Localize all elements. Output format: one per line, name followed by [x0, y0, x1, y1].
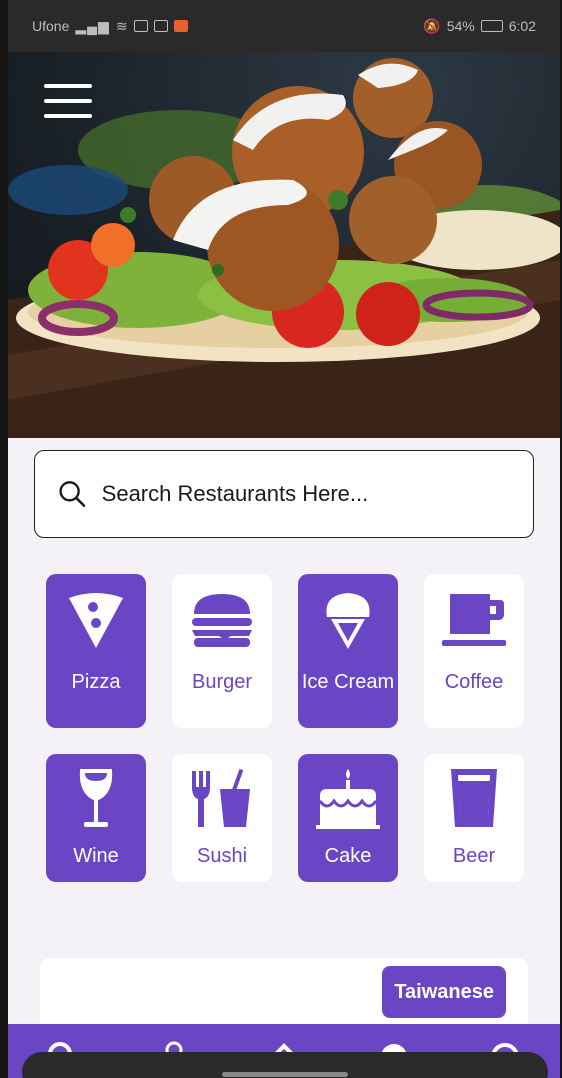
hamburger-menu-icon[interactable] — [44, 84, 92, 118]
category-label: Burger — [191, 671, 253, 693]
category-wine[interactable]: Wine — [46, 754, 146, 882]
category-label: Beer — [452, 845, 496, 867]
carrier-label: Ufone — [32, 18, 70, 34]
category-ice-cream[interactable]: Ice Cream — [298, 574, 398, 728]
category-label: Coffee — [444, 671, 504, 693]
ice-cream-icon — [316, 588, 380, 652]
category-label: Cake — [324, 845, 372, 867]
mute-icon: 🔕 — [423, 17, 441, 34]
cake-icon — [316, 766, 380, 830]
category-grid: Pizza Burger Ice Cream Coffee Wine Sushi… — [46, 574, 526, 882]
clock: 6:02 — [508, 18, 536, 34]
coffee-icon — [442, 588, 506, 652]
cuisine-tag[interactable]: Taiwanese — [382, 966, 506, 1018]
beer-icon — [442, 766, 506, 830]
category-cake[interactable]: Cake — [298, 754, 398, 882]
signal-icon: ▂▄▆ — [75, 17, 110, 34]
falafel-illustration — [8, 58, 560, 438]
category-label: Sushi — [196, 845, 248, 867]
video-icon — [153, 20, 168, 32]
category-pizza[interactable]: Pizza — [46, 574, 146, 728]
category-label: Ice Cream — [301, 671, 395, 693]
pizza-icon — [64, 588, 128, 652]
hero-food-image — [8, 0, 560, 438]
sushi-icon — [190, 766, 254, 830]
battery-label: 54% — [446, 18, 475, 34]
search-icon — [59, 481, 86, 507]
category-sushi[interactable]: Sushi — [172, 754, 272, 882]
burger-icon — [190, 588, 254, 652]
search-input[interactable] — [101, 481, 511, 507]
app-screen: Ufone ▂▄▆ ≋ 🔕 54% 6:02 Search Restaurant… — [8, 0, 560, 1078]
category-beer[interactable]: Beer — [424, 754, 524, 882]
battery-icon — [480, 20, 503, 32]
app-notification-icon — [173, 20, 188, 32]
category-coffee[interactable]: Coffee — [424, 574, 524, 728]
status-bar: Ufone ▂▄▆ ≋ 🔕 54% 6:02 — [8, 0, 560, 52]
category-label: Wine — [73, 845, 119, 867]
home-indicator[interactable] — [222, 1072, 348, 1077]
gesture-bar — [22, 1052, 548, 1078]
search-bar[interactable] — [34, 450, 534, 538]
category-label: Pizza — [71, 671, 121, 693]
wine-icon — [64, 766, 128, 830]
wifi-icon: ≋ — [115, 17, 128, 34]
category-burger[interactable]: Burger — [172, 574, 272, 728]
notification-icon — [133, 20, 148, 32]
